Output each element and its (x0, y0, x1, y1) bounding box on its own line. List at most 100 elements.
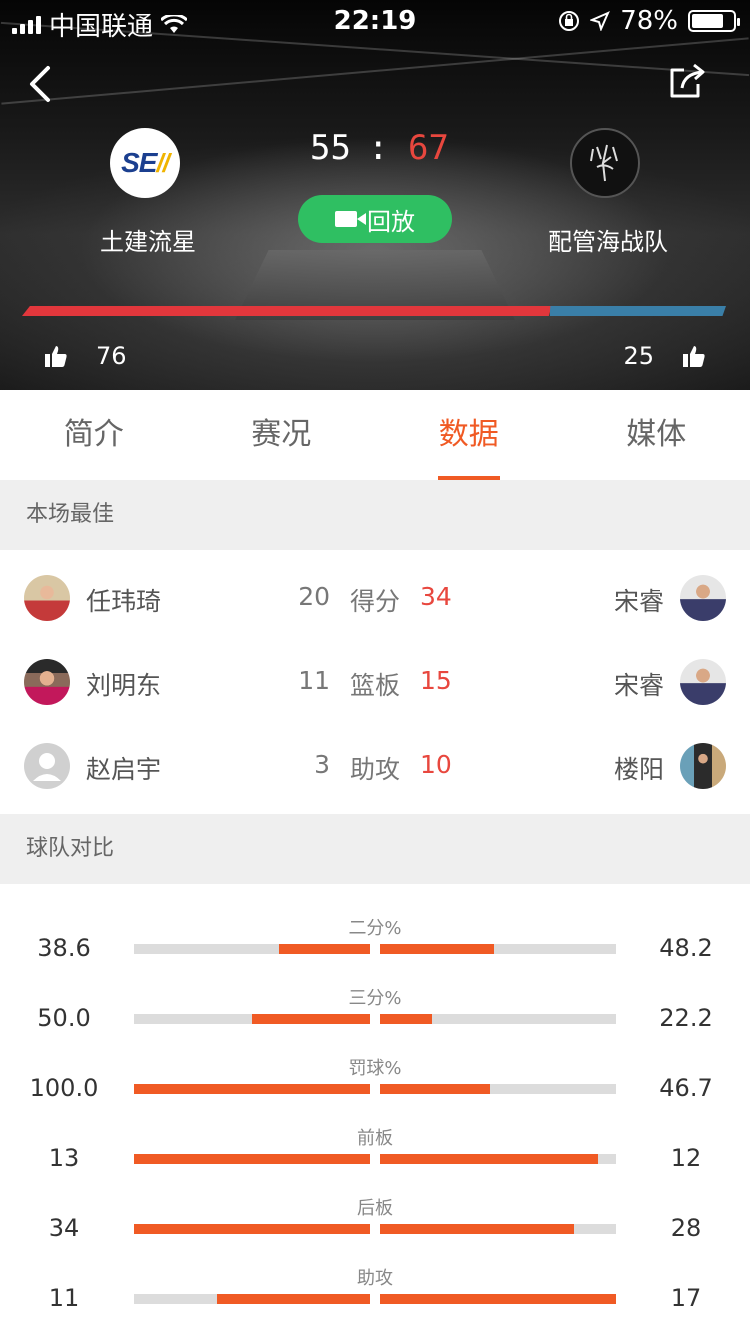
away-team-name: 配管海战队 (548, 228, 668, 256)
compare-row: 罚球% 100.0 46.7 (0, 1054, 750, 1124)
right-player-name: 宋睿 (613, 671, 664, 700)
share-icon[interactable] (668, 62, 708, 102)
location-icon (590, 11, 611, 31)
battery-percent: 78% (620, 6, 678, 36)
left-player-name: 赵启宇 (86, 755, 162, 784)
team-compare: 二分% 38.6 48.2 三分% 50.0 22.2 罚球% 100.0 46.7 前板 13 12… (0, 884, 750, 1334)
best-row-points[interactable]: 任玮琦 20 得分 34 宋睿 (0, 556, 750, 640)
home-compare-fill (134, 1084, 370, 1094)
away-compare-bar (380, 944, 616, 954)
player-avatar (24, 575, 70, 621)
away-compare-fill (380, 1154, 598, 1164)
home-compare-fill (278, 944, 370, 954)
home-compare-value: 11 (48, 1284, 80, 1312)
away-like-count: 25 (623, 342, 654, 370)
player-avatar (24, 659, 70, 705)
away-team-logo[interactable] (570, 128, 640, 198)
home-like-button[interactable]: 76 (44, 342, 127, 370)
away-compare-bar (380, 1154, 616, 1164)
right-stat-value: 34 (420, 582, 452, 611)
tab-bar: 简介 赛况 数据 媒体 (0, 390, 750, 480)
home-compare-value: 34 (48, 1214, 80, 1242)
right-player-name: 宋睿 (613, 587, 664, 616)
compare-row: 助攻 11 17 (0, 1264, 750, 1334)
compare-row: 后板 34 28 (0, 1194, 750, 1264)
away-compare-bar (380, 1294, 616, 1304)
away-score: 67 (408, 128, 449, 168)
left-stat-value: 3 (314, 750, 330, 779)
home-compare-bar (134, 1224, 370, 1234)
player-avatar (680, 575, 726, 621)
home-compare-fill (134, 1154, 370, 1164)
home-team-logo[interactable]: SE// (110, 128, 180, 198)
away-logo-mark (590, 144, 618, 182)
battery-icon (688, 10, 740, 32)
home-compare-fill (217, 1294, 370, 1304)
right-player-name: 楼阳 (613, 755, 664, 784)
stat-label: 篮板 (350, 671, 401, 700)
left-player-name: 任玮琦 (86, 587, 162, 616)
home-compare-value: 38.6 (37, 934, 91, 962)
tab-media[interactable]: 媒体 (563, 390, 750, 480)
away-compare-fill (380, 1084, 491, 1094)
away-compare-bar (380, 1224, 616, 1234)
rotation-lock-icon (559, 11, 580, 31)
default-avatar-icon (24, 743, 70, 789)
right-stat-value: 10 (420, 750, 452, 779)
away-like-button[interactable]: 25 (623, 342, 706, 370)
best-section-title: 本场最佳 (0, 480, 750, 550)
home-compare-bar (134, 944, 370, 954)
home-team-name: 土建流星 (100, 228, 196, 256)
away-compare-bar (380, 1014, 616, 1024)
stat-label: 得分 (350, 587, 401, 616)
home-compare-fill (252, 1014, 370, 1024)
home-compare-fill (134, 1224, 370, 1234)
home-support-fill (22, 306, 552, 316)
home-like-count: 76 (96, 342, 127, 370)
home-compare-value: 100.0 (29, 1074, 99, 1102)
replay-button[interactable]: 回放 (298, 195, 452, 243)
thumbs-up-icon (683, 346, 705, 367)
thumbs-up-icon (45, 346, 67, 367)
left-stat-value: 20 (298, 582, 330, 611)
player-avatar (680, 743, 726, 789)
support-bar (22, 306, 728, 316)
away-compare-bar (380, 1084, 616, 1094)
best-row-assists[interactable]: 赵启宇 3 助攻 10 楼阳 (0, 724, 750, 808)
back-icon[interactable] (22, 64, 62, 104)
tab-intro[interactable]: 简介 (0, 390, 188, 480)
away-compare-value: 22.2 (659, 1004, 713, 1032)
match-header: 中国联通 22:19 78% SE// 土建流星 配管海战队 55: 67 回… (0, 0, 750, 390)
player-avatar (680, 659, 726, 705)
best-row-rebounds[interactable]: 刘明东 11 篮板 15 宋睿 (0, 640, 750, 724)
away-compare-value: 12 (670, 1144, 702, 1172)
replay-label: 回放 (367, 207, 415, 236)
home-compare-bar (134, 1014, 370, 1024)
tab-live[interactable]: 赛况 (188, 390, 376, 480)
compare-section-title: 球队对比 (0, 814, 750, 884)
status-bar: 中国联通 22:19 78% (0, 0, 750, 42)
away-compare-fill (380, 1294, 616, 1304)
away-compare-value: 17 (670, 1284, 702, 1312)
right-stat-value: 15 (420, 666, 452, 695)
away-compare-fill (380, 944, 494, 954)
away-compare-value: 28 (670, 1214, 702, 1242)
compare-row: 三分% 50.0 22.2 (0, 984, 750, 1054)
compare-row: 二分% 38.6 48.2 (0, 914, 750, 984)
home-compare-bar (134, 1084, 370, 1094)
away-compare-fill (380, 1014, 433, 1024)
away-support-fill (549, 306, 726, 316)
score-separator: : (368, 128, 389, 168)
home-compare-value: 13 (48, 1144, 80, 1172)
video-camera-icon (335, 211, 357, 227)
left-player-name: 刘明东 (86, 671, 162, 700)
compare-row: 前板 13 12 (0, 1124, 750, 1194)
home-score: 55 (310, 128, 351, 168)
best-players-list: 任玮琦 20 得分 34 宋睿 刘明东 11 篮板 15 宋睿 赵启宇 3 助攻… (0, 550, 750, 814)
away-compare-fill (380, 1224, 575, 1234)
tab-data[interactable]: 数据 (375, 390, 563, 480)
away-compare-value: 48.2 (659, 934, 713, 962)
away-compare-value: 46.7 (659, 1074, 713, 1102)
stat-label: 助攻 (350, 755, 401, 784)
left-stat-value: 11 (298, 666, 330, 695)
